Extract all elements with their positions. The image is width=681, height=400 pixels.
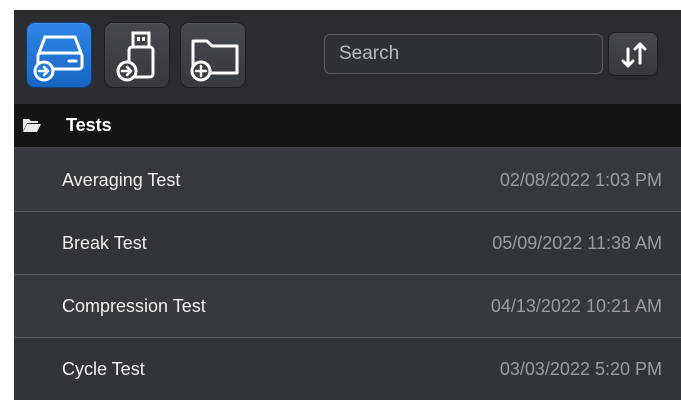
list-item[interactable]: Compression Test 04/13/2022 10:21 AM xyxy=(14,275,681,338)
folder-header[interactable]: Tests xyxy=(14,104,681,149)
folder-add-icon xyxy=(190,39,239,82)
hard-drive-import-icon xyxy=(33,35,84,82)
test-name: Compression Test xyxy=(62,296,206,316)
test-name: Break Test xyxy=(62,233,147,253)
test-date: 03/03/2022 5:20 PM xyxy=(499,359,662,379)
sort-button[interactable] xyxy=(608,32,658,76)
folder-label: Tests xyxy=(66,115,112,135)
list-item[interactable]: Cycle Test 03/03/2022 5:20 PM xyxy=(14,338,681,400)
usb-import-button[interactable] xyxy=(104,22,170,88)
search-input[interactable] xyxy=(324,34,603,74)
test-date: 05/09/2022 11:38 AM xyxy=(492,233,662,253)
file-browser-panel: Tests Averaging Test 02/08/2022 1:03 PM … xyxy=(14,10,681,400)
test-name: Cycle Test xyxy=(62,359,145,379)
list-item[interactable]: Averaging Test 02/08/2022 1:03 PM xyxy=(14,149,681,212)
usb-import-icon xyxy=(116,31,155,82)
test-date: 02/08/2022 1:03 PM xyxy=(499,170,662,190)
test-list: Averaging Test 02/08/2022 1:03 PM Break … xyxy=(14,149,681,400)
test-date: 04/13/2022 10:21 AM xyxy=(490,296,662,316)
toolbar xyxy=(14,10,681,104)
drive-import-button[interactable] xyxy=(26,22,92,88)
new-folder-button[interactable] xyxy=(180,22,246,88)
folder-open-icon xyxy=(23,119,41,132)
sort-arrows-icon xyxy=(621,42,647,68)
test-name: Averaging Test xyxy=(62,170,181,190)
list-item[interactable]: Break Test 05/09/2022 11:38 AM xyxy=(14,212,681,275)
